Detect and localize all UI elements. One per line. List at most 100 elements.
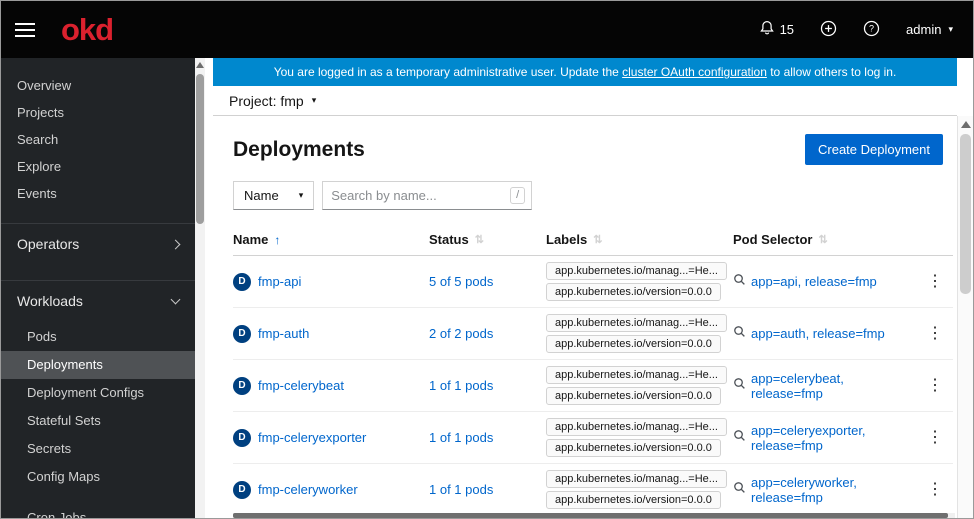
- sidebar-item-projects[interactable]: Projects: [1, 99, 195, 126]
- label-pill: app.kubernetes.io/manag...=He...: [546, 470, 727, 488]
- label-pill: app.kubernetes.io/version=0.0.0: [546, 283, 721, 301]
- sidebar-gap: [205, 58, 213, 518]
- user-menu[interactable]: admin ▾: [906, 22, 953, 37]
- notifications-button[interactable]: 15: [759, 20, 794, 39]
- label-pill: app.kubernetes.io/manag...=He...: [546, 314, 727, 332]
- search-input[interactable]: [331, 188, 511, 203]
- deployment-badge-icon: D: [233, 272, 251, 291]
- kebab-menu-button[interactable]: ⋮: [917, 270, 953, 294]
- main-area: You are logged in as a temporary adminis…: [213, 58, 973, 518]
- kebab-menu-button[interactable]: ⋮: [917, 322, 953, 346]
- sort-icon: ⇅: [818, 234, 828, 246]
- project-dropdown[interactable]: Project: fmp ▾: [229, 93, 316, 109]
- sidebar-section-workloads[interactable]: Workloads: [1, 280, 195, 321]
- labels-cell: app.kubernetes.io/manag...=He... app.kube…: [546, 308, 733, 359]
- sidebar-item-events[interactable]: Events: [1, 180, 195, 207]
- column-header-labels[interactable]: Labels ⇅: [546, 232, 733, 247]
- label-pill: app.kubernetes.io/version=0.0.0: [546, 439, 721, 457]
- kebab-menu-button[interactable]: ⋮: [917, 426, 953, 450]
- page-header: Deployments Create Deployment: [233, 134, 957, 165]
- chevron-down-icon: [170, 294, 181, 305]
- add-plus-button[interactable]: [820, 20, 837, 40]
- kebab-menu-button[interactable]: ⋮: [917, 478, 953, 502]
- deployment-name-link[interactable]: fmp-auth: [258, 326, 309, 341]
- sidebar-item-search[interactable]: Search: [1, 126, 195, 153]
- sidebar-item-deployment-configs[interactable]: Deployment Configs: [1, 379, 195, 407]
- sidebar-item-secrets[interactable]: Secrets: [1, 435, 195, 463]
- sidebar-wrap: Overview Projects Search Explore Events Oper…: [1, 58, 213, 518]
- deployment-name-link[interactable]: fmp-api: [258, 274, 301, 289]
- search-box: /: [322, 181, 533, 210]
- sidebar-item-explore[interactable]: Explore: [1, 153, 195, 180]
- sort-icon: ⇅: [474, 234, 484, 246]
- search-icon: [733, 481, 746, 499]
- sidebar-item-cron-jobs[interactable]: Cron Jobs: [1, 504, 195, 518]
- vertical-scrollbar-thumb[interactable]: [960, 134, 971, 294]
- help-button[interactable]: ?: [863, 20, 880, 40]
- sidebar-scrollbar-thumb[interactable]: [196, 74, 204, 224]
- deployment-name-link[interactable]: fmp-celeryworker: [258, 482, 358, 497]
- app-body: Overview Projects Search Explore Events Oper…: [1, 58, 973, 518]
- column-label: Name: [233, 232, 269, 247]
- column-header-status[interactable]: Status ⇅: [429, 232, 546, 247]
- resource-name-cell: D fmp-api: [233, 272, 429, 291]
- sidebar-item-config-maps[interactable]: Config Maps: [1, 463, 195, 491]
- pods-status-link[interactable]: 1 of 1 pods: [429, 378, 493, 393]
- deployment-name-link[interactable]: fmp-celeryexporter: [258, 430, 366, 445]
- create-deployment-button[interactable]: Create Deployment: [805, 134, 943, 165]
- pod-selector-link[interactable]: app=auth, release=fmp: [751, 326, 885, 341]
- table-row: D fmp-auth 2 of 2 pods app.kubernetes.io…: [233, 308, 953, 360]
- labels-cell: app.kubernetes.io/manag...=He... app.kube…: [546, 464, 733, 515]
- filter-toolbar: Name ▾ /: [233, 181, 957, 210]
- sidebar-item-overview[interactable]: Overview: [1, 72, 195, 99]
- label-pill: app.kubernetes.io/version=0.0.0: [546, 491, 721, 509]
- pods-status-link[interactable]: 2 of 2 pods: [429, 326, 493, 341]
- svg-text:?: ?: [869, 23, 874, 33]
- pod-selector-link[interactable]: app=celeryexporter, release=fmp: [751, 423, 917, 453]
- sort-ascending-icon: ↑: [274, 232, 281, 247]
- labels-cell: app.kubernetes.io/manag...=He... app.kube…: [546, 360, 733, 411]
- sidebar-item-deployments[interactable]: Deployments: [1, 351, 195, 379]
- sidebar-scrollbar[interactable]: [195, 58, 205, 518]
- pod-selector-cell: app=celeryexporter, release=fmp: [733, 423, 917, 453]
- table-header: Name ↑ Status ⇅ Labels ⇅ Pod Selector ⇅: [233, 228, 953, 256]
- filter-type-dropdown[interactable]: Name ▾: [233, 181, 315, 210]
- column-header-pod-selector[interactable]: Pod Selector ⇅: [733, 232, 917, 247]
- page-title: Deployments: [233, 137, 365, 161]
- sidebar-item-pods[interactable]: Pods: [1, 323, 195, 351]
- question-circle-icon: ?: [863, 20, 880, 40]
- pod-selector-cell: app=auth, release=fmp: [733, 325, 917, 343]
- kebab-menu-button[interactable]: ⋮: [917, 374, 953, 398]
- status-cell: 1 of 1 pods: [429, 481, 546, 499]
- deployments-page: Deployments Create Deployment Name ▾ /: [213, 116, 957, 518]
- status-cell: 1 of 1 pods: [429, 429, 546, 447]
- horizontal-scrollbar-thumb[interactable]: [233, 513, 948, 518]
- plus-circle-icon: [820, 20, 837, 40]
- deployments-table: Name ↑ Status ⇅ Labels ⇅ Pod Selector ⇅ …: [233, 228, 957, 518]
- sidebar-top-list: Overview Projects Search Explore Events: [1, 58, 195, 207]
- deployment-badge-icon: D: [233, 324, 251, 343]
- pod-selector-link[interactable]: app=celeryworker, release=fmp: [751, 475, 917, 505]
- pod-selector-link[interactable]: app=celerybeat, release=fmp: [751, 371, 917, 401]
- sidebar-item-stateful-sets[interactable]: Stateful Sets: [1, 407, 195, 435]
- scroll-up-arrow-icon[interactable]: [196, 62, 204, 68]
- cluster-oauth-configuration-link[interactable]: cluster OAuth configuration: [622, 65, 767, 79]
- deployment-name-link[interactable]: fmp-celerybeat: [258, 378, 344, 393]
- column-header-name[interactable]: Name ↑: [233, 232, 429, 247]
- search-icon: [733, 377, 746, 395]
- pods-status-link[interactable]: 1 of 1 pods: [429, 482, 493, 497]
- pod-selector-link[interactable]: app=api, release=fmp: [751, 274, 877, 289]
- scroll-up-arrow-icon[interactable]: [961, 121, 971, 128]
- vertical-scrollbar[interactable]: [957, 116, 973, 518]
- pods-status-link[interactable]: 5 of 5 pods: [429, 274, 493, 289]
- sidebar-section-operators[interactable]: Operators: [1, 223, 195, 264]
- okd-logo[interactable]: okd: [61, 14, 114, 45]
- horizontal-scrollbar[interactable]: [233, 513, 955, 518]
- column-label: Labels: [546, 232, 588, 247]
- chevron-down-icon: ▾: [298, 190, 304, 200]
- banner-text-after: to allow others to log in.: [766, 65, 897, 79]
- pod-selector-cell: app=api, release=fmp: [733, 273, 917, 291]
- hamburger-menu-button[interactable]: [15, 22, 35, 37]
- project-bar: Project: fmp ▾: [213, 86, 957, 116]
- pods-status-link[interactable]: 1 of 1 pods: [429, 430, 493, 445]
